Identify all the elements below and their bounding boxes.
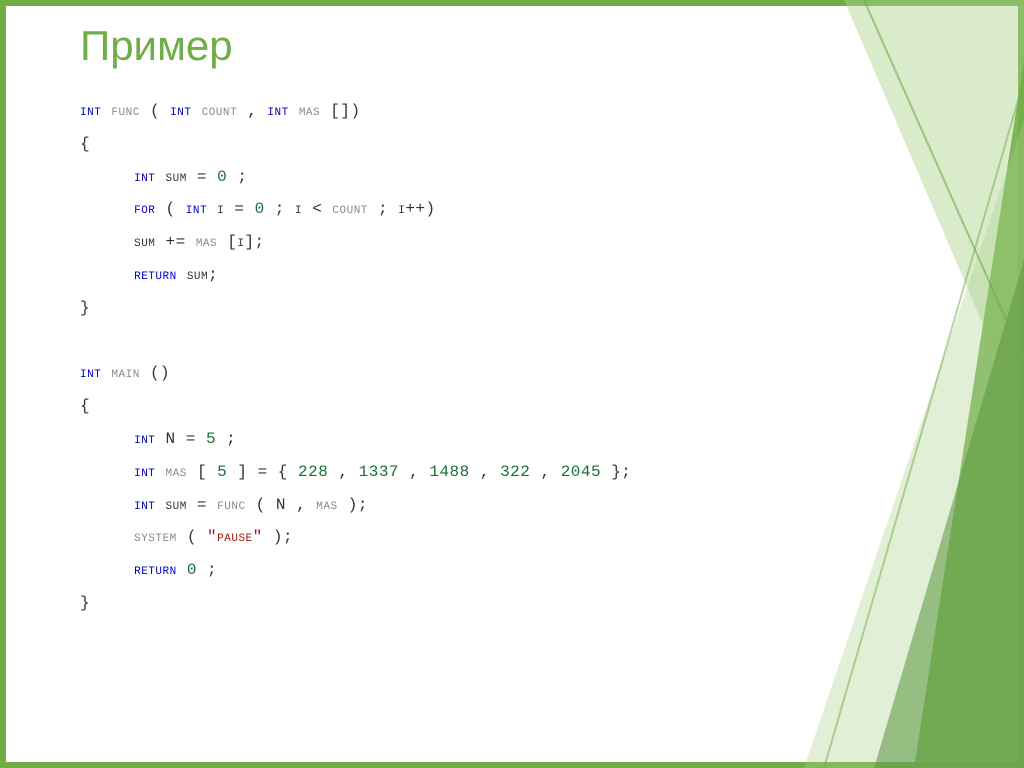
semicolon: ;	[207, 561, 217, 579]
text: };	[611, 463, 631, 481]
comma: ,	[540, 463, 560, 481]
number: 322	[500, 463, 530, 481]
bracket: [	[197, 463, 207, 481]
keyword-int: int	[134, 430, 155, 448]
keyword-int: int	[134, 496, 155, 514]
paren: (	[256, 496, 266, 514]
number: 0	[255, 200, 265, 218]
code-line: {	[80, 390, 631, 423]
code-line: }	[80, 292, 631, 325]
paren: (	[187, 528, 197, 546]
string-literal: "pause"	[207, 528, 263, 546]
identifier: N	[166, 430, 176, 448]
code-line: int main ()	[80, 357, 631, 390]
param: mas	[299, 102, 320, 120]
text: =	[186, 430, 206, 448]
keyword-int: int	[267, 102, 288, 120]
keyword-int: int	[186, 200, 207, 218]
semicolon: ;	[237, 168, 247, 186]
slide-title: Пример	[80, 22, 233, 70]
code-line: int func ( int count , int mas [])	[80, 95, 631, 128]
text: [i];	[227, 233, 264, 251]
identifier: mas	[316, 496, 337, 514]
slide: Пример int func ( int count , int mas []…	[0, 0, 1024, 768]
keyword-int: int	[80, 364, 101, 382]
number: 5	[206, 430, 216, 448]
identifier: mas	[166, 463, 187, 481]
function-call: func	[217, 496, 245, 514]
number: 228	[298, 463, 328, 481]
number: 0	[217, 168, 227, 186]
number: 0	[187, 561, 197, 579]
code-line: system ( "pause" );	[80, 521, 631, 554]
paren: (	[150, 102, 160, 120]
text: sum +=	[134, 233, 196, 251]
border-right	[1018, 0, 1024, 768]
number: 1488	[429, 463, 469, 481]
identifier: mas	[196, 233, 217, 251]
function-name: main	[111, 364, 139, 382]
number: 2045	[561, 463, 601, 481]
keyword-int: int	[170, 102, 191, 120]
text: ; i++)	[378, 200, 436, 218]
function-call: system	[134, 528, 177, 546]
border-bottom	[0, 762, 1024, 768]
text: );	[348, 496, 368, 514]
keyword-int: int	[134, 168, 155, 186]
code-line: {	[80, 128, 631, 161]
comma: ,	[247, 102, 267, 120]
param: count	[202, 102, 238, 120]
code-block: int func ( int count , int mas []) { int…	[80, 95, 631, 620]
code-line: for ( int i = 0 ; i < count ; i++)	[80, 193, 631, 226]
code-line: int N = 5 ;	[80, 423, 631, 456]
text: sum =	[166, 496, 218, 514]
text: (	[166, 200, 176, 218]
keyword-int: int	[80, 102, 101, 120]
code-line: return 0 ;	[80, 554, 631, 587]
border-top	[0, 0, 1024, 6]
identifier: count	[332, 200, 368, 218]
number: 1337	[359, 463, 399, 481]
text: i =	[217, 200, 254, 218]
function-name: func	[111, 102, 139, 120]
semicolon: ;	[226, 430, 236, 448]
number: 5	[217, 463, 227, 481]
code-line: return sum;	[80, 259, 631, 292]
text: ; i <	[275, 200, 333, 218]
identifier: N	[276, 496, 286, 514]
code-line: sum += mas [i];	[80, 226, 631, 259]
code-line: int sum = 0 ;	[80, 161, 631, 194]
text: );	[273, 528, 293, 546]
comma: ,	[409, 463, 429, 481]
decorative-triangles	[764, 0, 1024, 768]
keyword-for: for	[134, 200, 155, 218]
keyword-int: int	[134, 463, 155, 481]
blank-line	[80, 325, 631, 358]
text: sum;	[187, 266, 218, 284]
text: ] = {	[237, 463, 298, 481]
brackets: [])	[330, 102, 360, 120]
comma: ,	[480, 463, 500, 481]
border-left	[0, 0, 6, 768]
text: sum =	[166, 168, 218, 186]
parens: ()	[150, 364, 170, 382]
code-line: int sum = func ( N , mas );	[80, 489, 631, 522]
keyword-return: return	[134, 266, 177, 284]
code-line: }	[80, 587, 631, 620]
code-line: int mas [ 5 ] = { 228 , 1337 , 1488 , 32…	[80, 456, 631, 489]
comma: ,	[296, 496, 316, 514]
keyword-return: return	[134, 561, 177, 579]
comma: ,	[338, 463, 358, 481]
